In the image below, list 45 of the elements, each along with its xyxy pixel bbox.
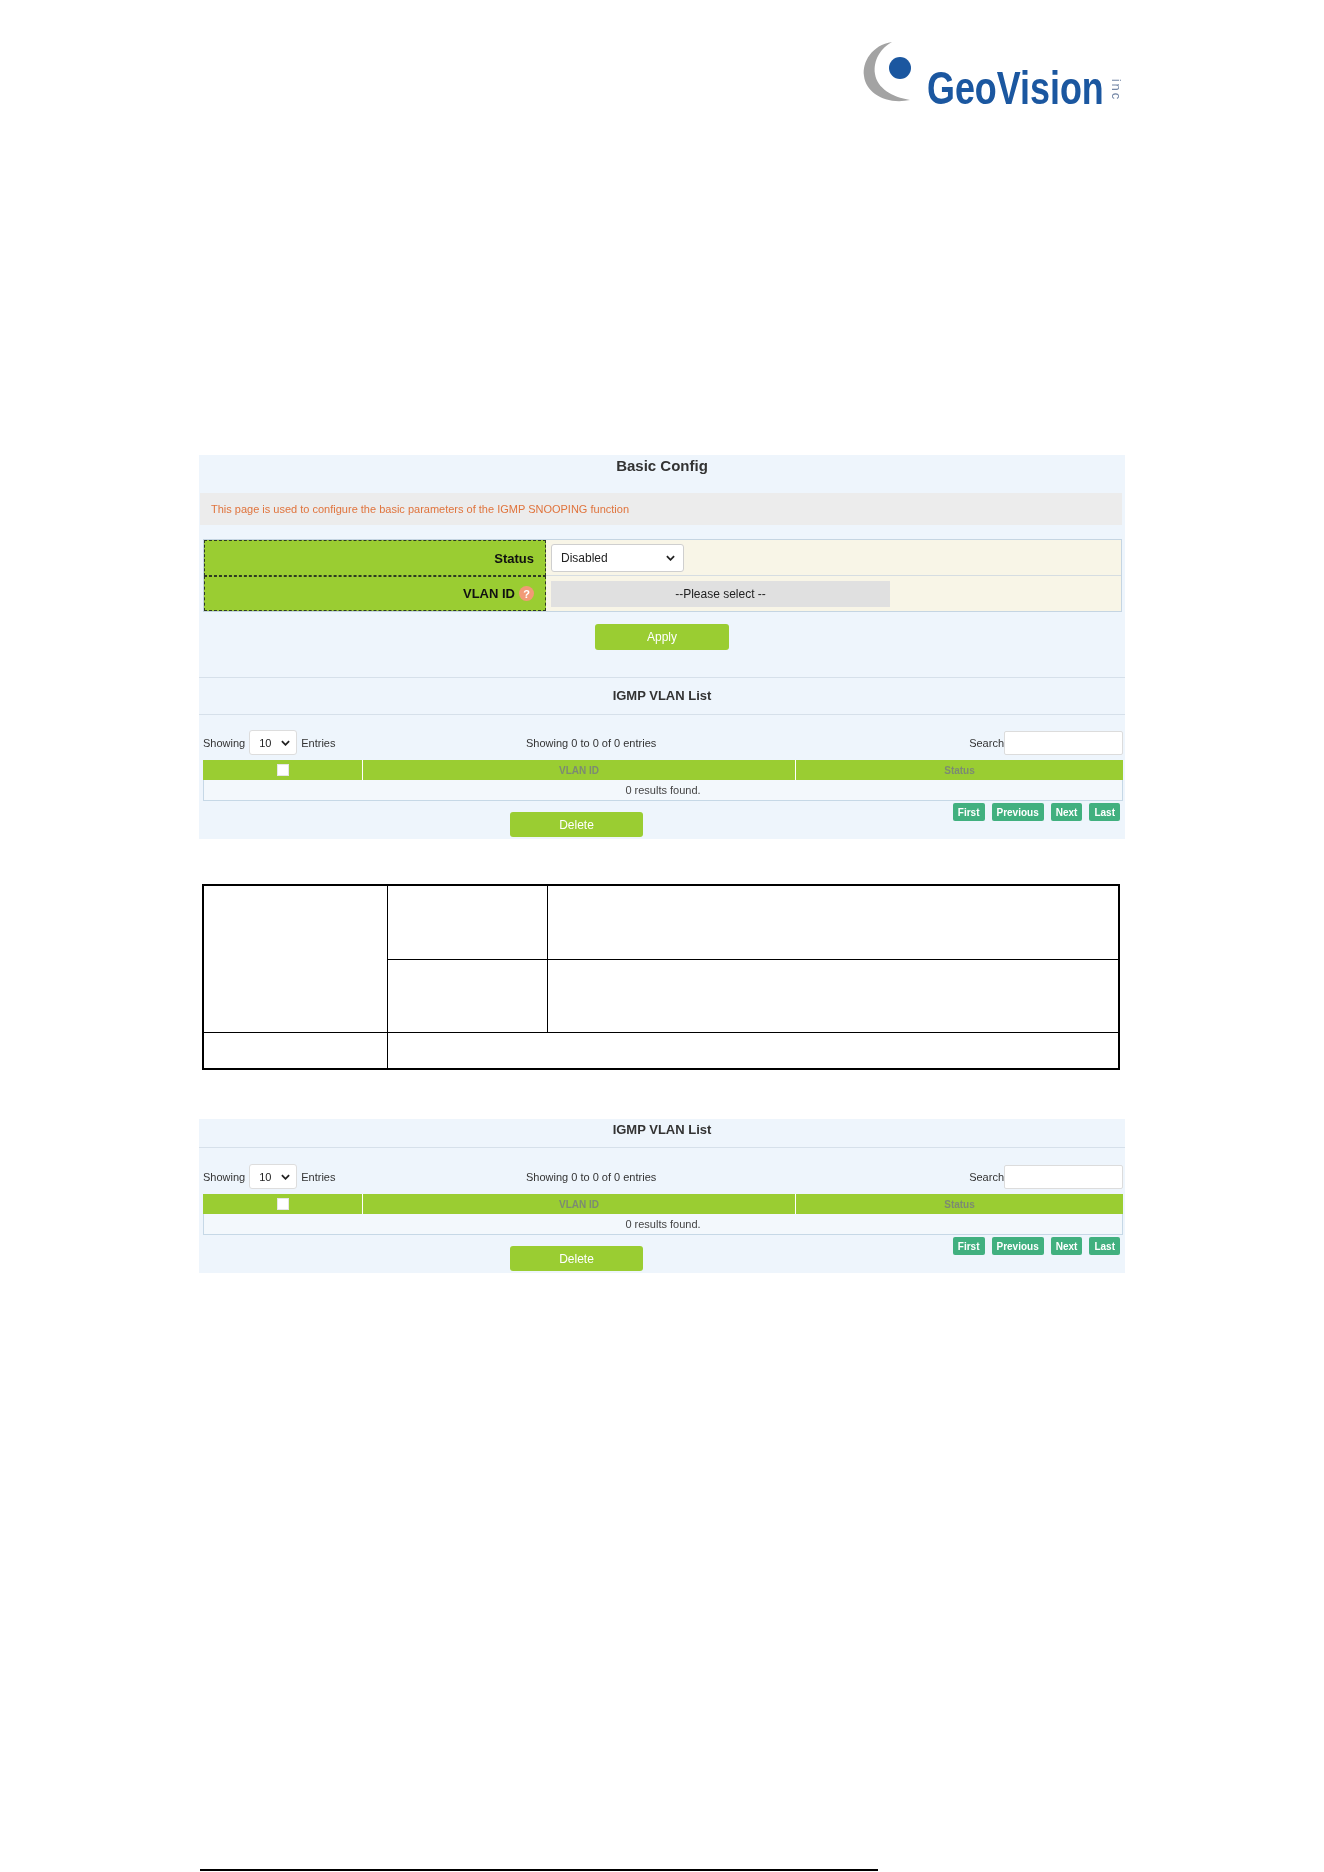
pagination-button[interactable]: Last [1089, 1237, 1120, 1255]
list-title: IGMP VLAN List [612, 687, 712, 705]
column-header[interactable]: Status [796, 1194, 1123, 1214]
entries-select[interactable]: 10 [249, 730, 298, 755]
select-all-checkbox[interactable] [276, 764, 289, 776]
section-title: Basic Config [616, 456, 708, 476]
field-label: VLAN ID [463, 586, 515, 601]
column-header[interactable]: Status [796, 760, 1123, 780]
search-field[interactable] [1004, 1164, 1123, 1189]
help-icon[interactable]: ? [519, 586, 534, 601]
entries-select[interactable]: 10 [249, 1164, 298, 1189]
chevron-down-icon [281, 1173, 291, 1180]
vlan-picker[interactable]: --Please select -- [551, 580, 890, 607]
pagination-button[interactable]: First [952, 1237, 985, 1255]
chevron-down-icon [281, 739, 291, 746]
entries-label: Entries [301, 736, 336, 749]
showing-label: Showing [203, 736, 246, 749]
empty-message: 0 results found. [203, 780, 1123, 801]
column-header[interactable]: VLAN ID [363, 760, 796, 780]
select-all-checkbox[interactable] [276, 1198, 289, 1210]
showing-label: Showing [203, 1170, 246, 1183]
entries-label: Entries [301, 1170, 336, 1183]
apply-button[interactable]: Apply [595, 624, 729, 650]
pagination-button[interactable]: Next [1050, 803, 1083, 821]
search-label: Search [969, 736, 1004, 749]
pagination-button[interactable]: Last [1089, 803, 1120, 821]
pagination-button[interactable]: Previous [991, 803, 1044, 821]
list-title: IGMP VLAN List [612, 1121, 712, 1139]
pagination-button[interactable]: Next [1050, 1237, 1083, 1255]
empty-message: 0 results found. [203, 1214, 1123, 1235]
status-select[interactable]: Disabled [551, 543, 684, 572]
pagination-button[interactable]: Previous [991, 1237, 1044, 1255]
delete-button[interactable]: Delete [510, 1246, 643, 1271]
search-label: Search [969, 1170, 1004, 1183]
column-header[interactable]: VLAN ID [363, 1194, 796, 1214]
search-field[interactable] [1004, 730, 1123, 755]
pagination-button[interactable]: First [952, 803, 985, 821]
description-banner: This page is used to configure the basic parameters of the IGMP SNOOPING function [200, 493, 1122, 525]
delete-button[interactable]: Delete [510, 812, 643, 837]
logo-suffix: inc [1109, 78, 1124, 102]
entries-summary: Showing 0 to 0 of 0 entries [526, 736, 657, 749]
chevron-down-icon [666, 554, 675, 561]
logo-wordmark: GeoVision [926, 65, 1104, 111]
field-label: Status [494, 550, 534, 566]
entries-summary: Showing 0 to 0 of 0 entries [526, 1170, 657, 1183]
